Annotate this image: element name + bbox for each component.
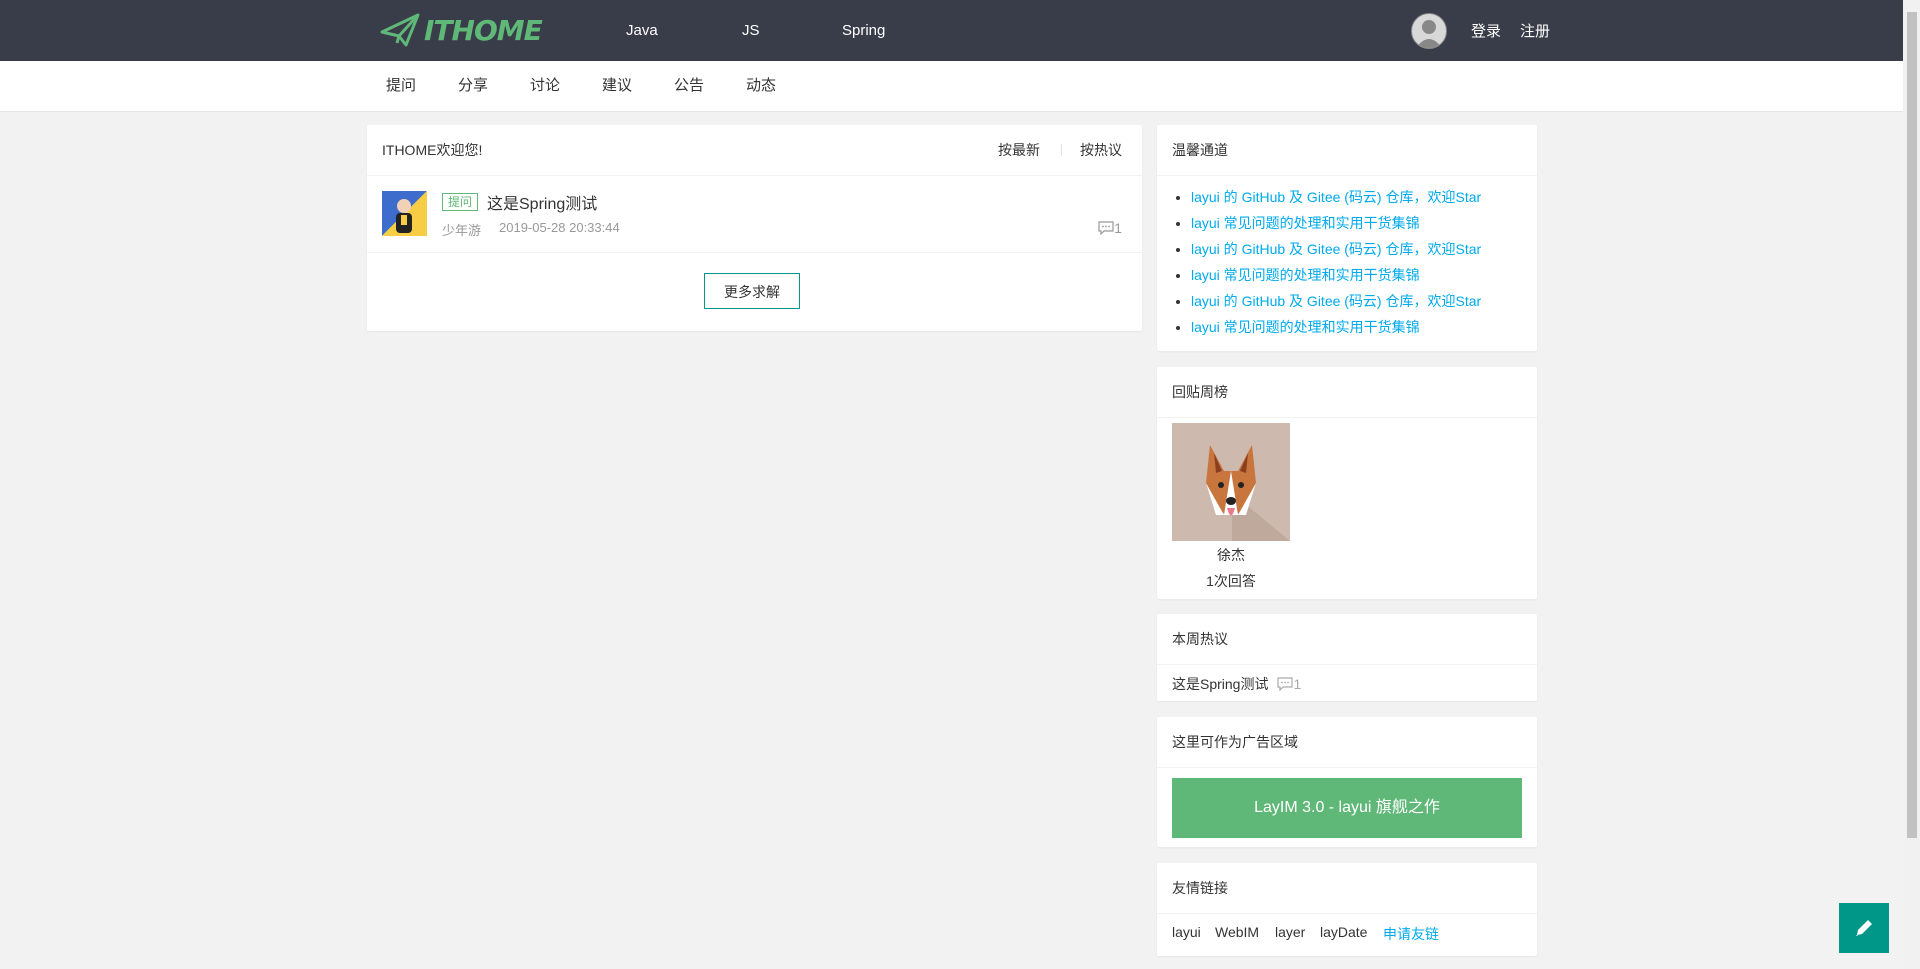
topic-list-header: ITHOME欢迎您! 按最新 按热议 bbox=[367, 125, 1142, 176]
register-link[interactable]: 注册 bbox=[1520, 20, 1550, 41]
tab-share[interactable]: 分享 bbox=[458, 61, 488, 111]
topic-list-panel: ITHOME欢迎您! 按最新 按热议 提问 这是Spring测试 少年游 201… bbox=[367, 125, 1142, 331]
paper-plane-icon bbox=[380, 13, 420, 47]
more-topics-button[interactable]: 更多求解 bbox=[704, 273, 800, 309]
ad-title: 这里可作为广告区域 bbox=[1157, 717, 1537, 768]
list-item: layui 的 GitHub 及 Gitee (码云) 仓库，欢迎Star bbox=[1191, 288, 1537, 314]
hot-week-item[interactable]: 这是Spring测试 1 bbox=[1172, 674, 1301, 694]
top-header: ITHOME Java JS Spring 登录 注册 bbox=[0, 0, 1920, 61]
divider bbox=[1061, 144, 1062, 156]
ad-panel: 这里可作为广告区域 LayIM 3.0 - layui 旗舰之作 bbox=[1157, 717, 1537, 847]
hot-week-item-title[interactable]: 这是Spring测试 bbox=[1172, 674, 1268, 694]
login-link[interactable]: 登录 bbox=[1471, 20, 1501, 41]
user-avatar-icon[interactable] bbox=[1410, 12, 1447, 49]
topic-reply-count: 1 bbox=[1114, 220, 1122, 236]
list-item: layui 常见问题的处理和实用干货集锦 bbox=[1191, 314, 1537, 340]
rank-user-answers: 1次回答 bbox=[1206, 573, 1256, 589]
warm-link[interactable]: layui 的 GitHub 及 Gitee (码云) 仓库，欢迎Star bbox=[1191, 293, 1481, 309]
comment-icon bbox=[1277, 677, 1294, 691]
rank-user-name[interactable]: 徐杰 bbox=[1172, 545, 1290, 565]
sort-newest[interactable]: 按最新 bbox=[998, 125, 1040, 175]
topic-time: 2019-05-28 20:33:44 bbox=[499, 220, 620, 235]
ad-banner-button[interactable]: LayIM 3.0 - layui 旗舰之作 bbox=[1172, 778, 1522, 838]
nav-java[interactable]: Java bbox=[626, 0, 658, 61]
topic-badge: 提问 bbox=[442, 193, 479, 211]
comment-icon bbox=[1098, 221, 1114, 235]
friend-link-laydate[interactable]: layDate bbox=[1320, 924, 1367, 940]
weekly-rank-title: 回贴周榜 bbox=[1157, 367, 1537, 418]
topic-replies: 1 bbox=[1098, 220, 1122, 236]
pencil-icon bbox=[1856, 920, 1872, 936]
topic-author[interactable]: 少年游 bbox=[442, 220, 481, 239]
logo[interactable]: ITHOME bbox=[380, 10, 543, 50]
weekly-rank-panel: 回贴周榜 徐杰 1次回答 bbox=[1157, 367, 1537, 599]
friend-links-title: 友情链接 bbox=[1157, 863, 1537, 914]
friend-link-layer[interactable]: layer bbox=[1275, 924, 1305, 940]
divider bbox=[367, 252, 1142, 253]
welcome-text: ITHOME欢迎您! bbox=[382, 142, 483, 158]
nav-spring[interactable]: Spring bbox=[842, 0, 885, 61]
friend-link-layui[interactable]: layui bbox=[1172, 924, 1201, 940]
warm-channel-panel: 温馨通道 layui 的 GitHub 及 Gitee (码云) 仓库，欢迎St… bbox=[1157, 125, 1537, 351]
page-scrollbar[interactable] bbox=[1903, 0, 1920, 969]
tab-dynamic[interactable]: 动态 bbox=[746, 61, 776, 111]
list-item: layui 常见问题的处理和实用干货集锦 bbox=[1191, 210, 1537, 236]
warm-link[interactable]: layui 常见问题的处理和实用干货集锦 bbox=[1191, 319, 1420, 335]
rank-user-avatar[interactable] bbox=[1172, 423, 1290, 541]
hot-week-reply-count: 1 bbox=[1293, 676, 1302, 692]
user-area: 登录 注册 bbox=[1410, 0, 1550, 61]
logo-text: ITHOME bbox=[424, 13, 543, 47]
friend-link-webim[interactable]: WebIM bbox=[1215, 924, 1259, 940]
friend-links-panel: 友情链接 layui WebIM layer layDate 申请友链 bbox=[1157, 863, 1537, 956]
sort-hot[interactable]: 按热议 bbox=[1080, 125, 1122, 175]
tab-notice[interactable]: 公告 bbox=[674, 61, 704, 111]
topic-title[interactable]: 这是Spring测试 bbox=[487, 190, 597, 214]
warm-link[interactable]: layui 的 GitHub 及 Gitee (码云) 仓库，欢迎Star bbox=[1191, 241, 1481, 257]
apply-friend-link[interactable]: 申请友链 bbox=[1383, 924, 1439, 944]
author-avatar[interactable] bbox=[382, 191, 427, 236]
warm-link[interactable]: layui 常见问题的处理和实用干货集锦 bbox=[1191, 215, 1420, 231]
list-item: layui 的 GitHub 及 Gitee (码云) 仓库，欢迎Star bbox=[1191, 184, 1537, 210]
tab-question[interactable]: 提问 bbox=[386, 61, 416, 111]
warm-link[interactable]: layui 的 GitHub 及 Gitee (码云) 仓库，欢迎Star bbox=[1191, 189, 1481, 205]
warm-channel-title: 温馨通道 bbox=[1157, 125, 1537, 176]
tab-discuss[interactable]: 讨论 bbox=[530, 61, 560, 111]
warm-channel-list: layui 的 GitHub 及 Gitee (码云) 仓库，欢迎Star la… bbox=[1157, 184, 1537, 340]
scrollbar-thumb[interactable] bbox=[1907, 12, 1917, 838]
hot-week-panel: 本周热议 这是Spring测试 1 bbox=[1157, 614, 1537, 701]
tab-suggest[interactable]: 建议 bbox=[602, 61, 632, 111]
warm-link[interactable]: layui 常见问题的处理和实用干货集锦 bbox=[1191, 267, 1420, 283]
nav-js[interactable]: JS bbox=[742, 0, 760, 61]
new-post-button[interactable] bbox=[1839, 903, 1889, 953]
list-item: layui 常见问题的处理和实用干货集锦 bbox=[1191, 262, 1537, 288]
list-item: layui 的 GitHub 及 Gitee (码云) 仓库，欢迎Star bbox=[1191, 236, 1537, 262]
category-nav: 提问 分享 讨论 建议 公告 动态 bbox=[0, 61, 1920, 112]
hot-week-title: 本周热议 bbox=[1157, 614, 1537, 665]
